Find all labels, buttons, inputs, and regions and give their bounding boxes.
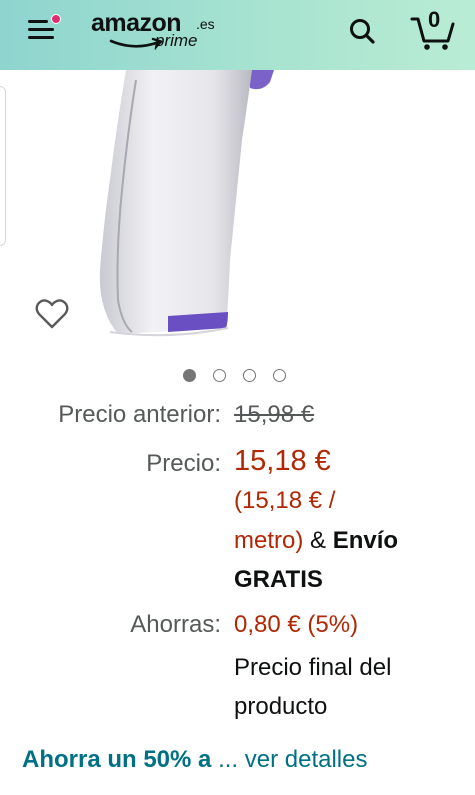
search-icon <box>350 19 375 44</box>
price-value: 15,18 € <box>234 445 331 477</box>
carousel-dot-3[interactable] <box>243 369 256 382</box>
carousel-dot-1[interactable] <box>183 369 196 382</box>
menu-icon-bar <box>28 28 54 31</box>
logo-tld: .es <box>196 16 215 32</box>
image-scroll-handle[interactable] <box>0 86 6 246</box>
old-price-label: Precio anterior: <box>58 401 221 428</box>
search-button[interactable] <box>345 14 381 50</box>
product-image[interactable] <box>0 70 475 355</box>
menu-icon <box>28 20 48 23</box>
unit-price-tail: metro) <box>234 527 304 554</box>
savings-value: 0,80 € (5%) <box>234 611 359 638</box>
promo-link[interactable]: Ahorra un 50% a ... ver detalles <box>22 746 367 774</box>
unit-price-line2: metro) & Envío <box>234 527 398 555</box>
cart-button[interactable]: 0 <box>408 7 458 52</box>
final-price-note-line2: producto <box>234 693 328 720</box>
carousel-dot-4[interactable] <box>273 369 286 382</box>
heart-icon <box>35 299 69 329</box>
promo-details-link[interactable]: ... ver detalles <box>218 746 367 773</box>
savings-label: Ahorras: <box>130 611 221 638</box>
shipping-gratis: GRATIS <box>234 566 323 593</box>
notification-dot <box>51 14 61 24</box>
carousel-indicator <box>183 369 286 383</box>
amazon-prime-logo[interactable]: amazon .es prime <box>91 9 221 53</box>
wishlist-button[interactable] <box>34 296 70 332</box>
carousel-dot-2[interactable] <box>213 369 226 382</box>
price-label: Precio: <box>146 450 221 477</box>
promo-bold-text: Ahorra un 50% a <box>22 746 212 773</box>
cart-count: 0 <box>428 7 441 32</box>
top-nav-bar: amazon .es prime 0 <box>0 0 475 70</box>
menu-icon-bar <box>28 36 54 39</box>
old-price-value: 15,98 € <box>234 401 315 428</box>
shipping-envio: Envío <box>332 527 399 554</box>
ampersand: & <box>303 527 333 554</box>
logo-prime: prime <box>155 31 198 50</box>
final-price-note-line1: Precio final del <box>234 654 392 681</box>
thermometer-product-image <box>99 70 274 337</box>
unit-price-line1: (15,18 € / <box>234 487 336 514</box>
hamburger-menu-button[interactable] <box>22 14 64 48</box>
